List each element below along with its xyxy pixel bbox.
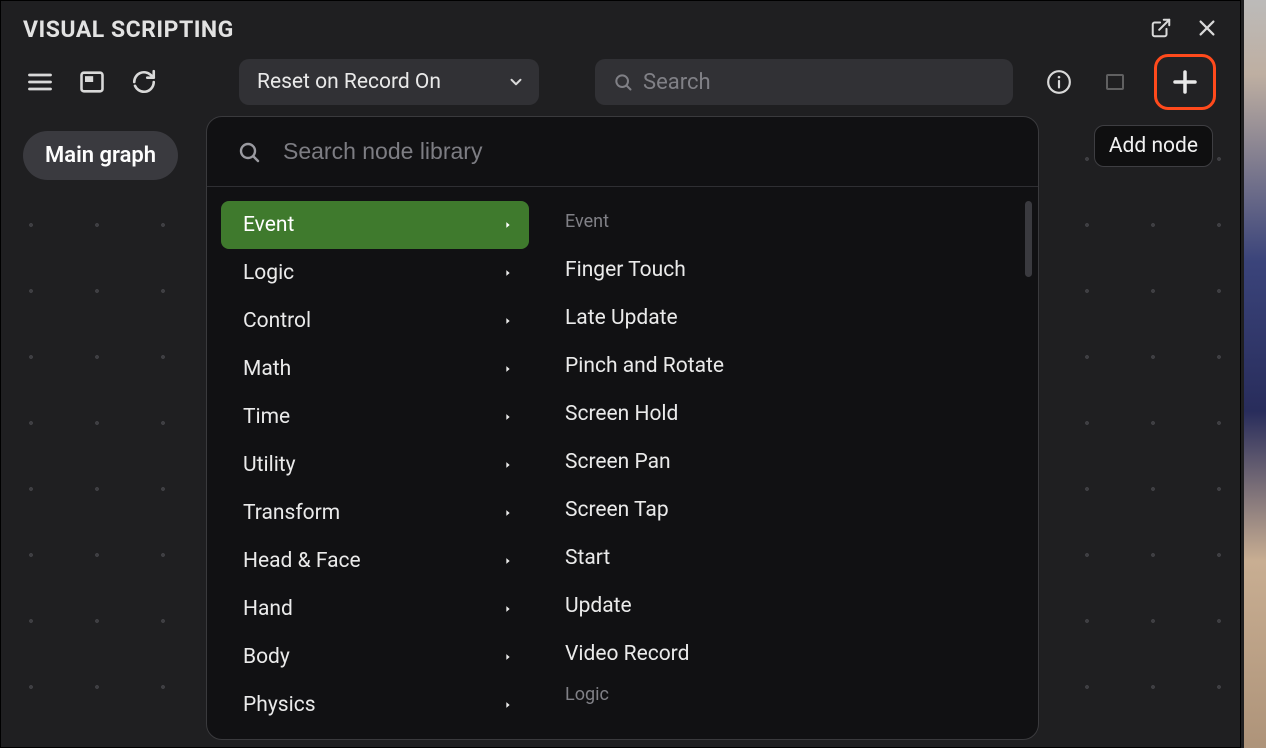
close-button[interactable] xyxy=(1192,13,1222,43)
chevron-right-icon xyxy=(503,411,513,423)
category-item-utility[interactable]: Utility xyxy=(221,441,529,489)
graph-chip[interactable]: Main graph xyxy=(23,131,178,180)
category-item-hand[interactable]: Hand xyxy=(221,585,529,633)
category-item-time[interactable]: Time xyxy=(221,393,529,441)
library-search-row xyxy=(207,117,1038,187)
chevron-right-icon xyxy=(503,267,513,279)
category-label: Utility xyxy=(243,453,296,477)
category-item-event[interactable]: Event xyxy=(221,201,529,249)
category-item-math[interactable]: Math xyxy=(221,345,529,393)
refresh-button[interactable] xyxy=(127,65,161,99)
node-library-popup: Event Logic Control Math Time Utility Transfor… xyxy=(206,116,1039,740)
reset-mode-dropdown[interactable]: Reset on Record On xyxy=(239,59,539,105)
category-label: Control xyxy=(243,309,311,333)
category-item-control[interactable]: Control xyxy=(221,297,529,345)
chevron-right-icon xyxy=(503,699,513,711)
graph-chip-label: Main graph xyxy=(45,143,156,168)
search-placeholder: Search xyxy=(643,70,711,95)
category-label: Physics xyxy=(243,693,316,717)
visual-scripting-panel: VISUAL SCRIPTING xyxy=(0,0,1241,748)
node-item-screen-tap[interactable]: Screen Tap xyxy=(563,486,1018,534)
title-bar: VISUAL SCRIPTING xyxy=(1,1,1240,57)
category-label: Hand xyxy=(243,597,293,621)
library-node-list[interactable]: Event Finger TouchLate UpdatePinch and Ro… xyxy=(543,187,1038,739)
node-item-screen-hold[interactable]: Screen Hold xyxy=(563,390,1018,438)
category-item-physics[interactable]: Physics xyxy=(221,681,529,729)
layout-button[interactable] xyxy=(75,65,109,99)
category-item-logic[interactable]: Logic xyxy=(221,249,529,297)
category-label: Head & Face xyxy=(243,549,361,573)
menu-button[interactable] xyxy=(23,65,57,99)
chevron-right-icon xyxy=(503,459,513,471)
category-label: Transform xyxy=(243,501,340,525)
title-actions xyxy=(1146,13,1222,43)
toolbar: Reset on Record On Search xyxy=(1,57,1240,107)
search-field[interactable]: Search xyxy=(595,59,1013,105)
node-item-update[interactable]: Update xyxy=(563,582,1018,630)
chevron-right-icon xyxy=(503,651,513,663)
category-label: Event xyxy=(243,213,294,237)
toolbar-right: Add node xyxy=(1042,54,1218,110)
chevron-right-icon xyxy=(503,555,513,567)
chevron-right-icon xyxy=(503,219,513,231)
dropdown-label: Reset on Record On xyxy=(257,70,441,94)
popout-button[interactable] xyxy=(1146,13,1176,43)
search-icon xyxy=(613,72,633,92)
chevron-right-icon xyxy=(503,603,513,615)
node-item-video-record[interactable]: Video Record xyxy=(563,630,1018,678)
library-body: Event Logic Control Math Time Utility Transfor… xyxy=(207,187,1038,739)
category-item-head-face[interactable]: Head & Face xyxy=(221,537,529,585)
search-icon xyxy=(237,140,261,164)
node-item-start[interactable]: Start xyxy=(563,534,1018,582)
section-header: Logic xyxy=(565,684,1018,705)
info-button[interactable] xyxy=(1042,65,1076,99)
chevron-right-icon xyxy=(503,363,513,375)
preview-sliver xyxy=(1244,0,1266,748)
add-node-button[interactable]: Add node xyxy=(1154,54,1216,110)
category-label: Math xyxy=(243,357,291,381)
chevron-down-icon xyxy=(507,73,525,91)
panel-title: VISUAL SCRIPTING xyxy=(23,16,234,43)
category-label: Time xyxy=(243,405,290,429)
node-item-finger-touch[interactable]: Finger Touch xyxy=(563,246,1018,294)
library-categories: Event Logic Control Math Time Utility Transfor… xyxy=(207,187,543,739)
category-label: Logic xyxy=(243,261,294,285)
category-item-transform[interactable]: Transform xyxy=(221,489,529,537)
scrollbar-thumb[interactable] xyxy=(1025,201,1032,277)
chevron-right-icon xyxy=(503,315,513,327)
node-item-pinch-and-rotate[interactable]: Pinch and Rotate xyxy=(563,342,1018,390)
add-node-tooltip: Add node xyxy=(1094,125,1213,167)
category-label: Body xyxy=(243,645,290,669)
section-header: Event xyxy=(565,211,1018,232)
node-item-late-update[interactable]: Late Update xyxy=(563,294,1018,342)
category-item-body[interactable]: Body xyxy=(221,633,529,681)
chevron-right-icon xyxy=(503,507,513,519)
window-button[interactable] xyxy=(1098,65,1132,99)
library-search-input[interactable] xyxy=(283,138,1008,165)
node-item-screen-pan[interactable]: Screen Pan xyxy=(563,438,1018,486)
